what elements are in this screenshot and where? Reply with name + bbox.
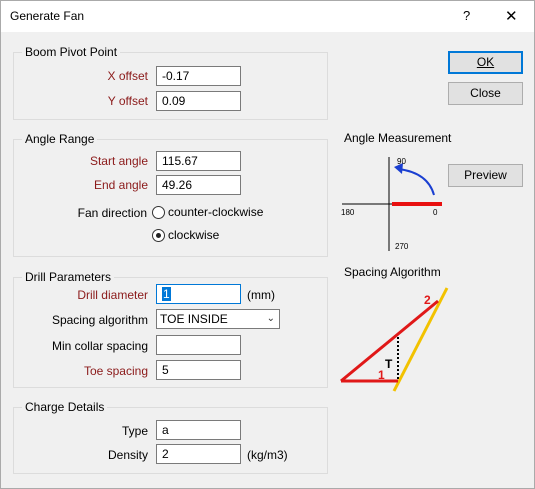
x-offset-field[interactable]: -0.17 <box>156 66 241 86</box>
toe-spacing-label: Toe spacing <box>83 364 148 378</box>
density-field[interactable]: 2 <box>156 444 241 464</box>
toe-spacing-field[interactable]: 5 <box>156 360 241 380</box>
marker-t: T <box>385 357 393 371</box>
drill-diameter-value: 1 <box>162 287 171 301</box>
spacing-algorithm-select[interactable]: TOE INSIDE ⌄ <box>156 309 280 329</box>
fan-direction-label: Fan direction <box>77 206 147 220</box>
start-angle-label: Start angle <box>89 154 148 168</box>
spacing-algorithm-label: Spacing algorithm <box>51 313 148 327</box>
y-offset-field[interactable]: 0.09 <box>156 91 241 111</box>
rotation-arrow-icon <box>398 168 435 196</box>
spacing-algorithm-diagram: 1 2 T <box>340 287 449 392</box>
end-angle-label: End angle <box>93 178 148 192</box>
angle-measurement-title: Angle Measurement <box>344 131 452 145</box>
spacing-algorithm-title: Spacing Algorithm <box>344 265 441 279</box>
window-title: Generate Fan <box>10 9 85 23</box>
preview-button[interactable]: Preview <box>448 164 523 187</box>
close-button[interactable]: Close <box>448 82 523 105</box>
ok-button[interactable]: OK <box>448 51 523 74</box>
preview-button-label: Preview <box>464 168 507 182</box>
min-collar-field[interactable] <box>156 335 241 355</box>
spacing-algorithm-value: TOE INSIDE <box>160 312 228 326</box>
end-angle-field[interactable]: 49.26 <box>156 175 241 195</box>
radio-circle-checked <box>152 228 165 242</box>
radio-circle <box>152 205 165 219</box>
yellow-hole-line <box>392 287 449 392</box>
radio-clockwise[interactable]: clockwise <box>152 228 219 242</box>
ok-button-label: OK <box>476 55 495 69</box>
start-angle-field[interactable]: 115.67 <box>156 151 241 171</box>
group-title-drill-parameters: Drill Parameters <box>22 270 115 284</box>
chevron-down-icon: ⌄ <box>266 313 275 324</box>
density-unit: (kg/m3) <box>247 448 288 462</box>
label-0: 0 <box>433 208 438 217</box>
x-offset-label: X offset <box>107 69 148 83</box>
y-offset-label: Y offset <box>107 94 148 108</box>
radio-counter-clockwise[interactable]: counter-clockwise <box>152 205 263 219</box>
label-180: 180 <box>341 208 355 217</box>
min-collar-label: Min collar spacing <box>51 339 148 353</box>
help-icon[interactable]: ? <box>463 8 470 23</box>
drill-diameter-unit: (mm) <box>247 288 275 302</box>
angle-measurement-diagram: 90 180 0 270 <box>341 157 442 251</box>
drill-diameter-label: Drill diameter <box>77 288 148 302</box>
radio-label: clockwise <box>168 228 220 242</box>
type-label: Type <box>121 424 148 438</box>
marker-2: 2 <box>424 293 431 307</box>
label-270: 270 <box>395 242 409 251</box>
radio-label: counter-clockwise <box>168 205 264 219</box>
title-bar: Generate Fan ? ✕ <box>1 1 534 32</box>
generate-fan-dialog: Generate Fan ? ✕ Boom Pivot Point X offs… <box>0 0 535 489</box>
density-label: Density <box>107 448 148 462</box>
close-icon[interactable]: ✕ <box>505 7 518 25</box>
group-title-angle-range: Angle Range <box>22 132 98 146</box>
group-title-charge-details: Charge Details <box>22 400 108 414</box>
type-field[interactable]: a <box>156 420 241 440</box>
label-90: 90 <box>397 157 406 166</box>
marker-1: 1 <box>378 368 385 382</box>
drill-diameter-field[interactable]: 1 <box>156 284 241 304</box>
group-title-boom-pivot: Boom Pivot Point <box>22 45 121 59</box>
